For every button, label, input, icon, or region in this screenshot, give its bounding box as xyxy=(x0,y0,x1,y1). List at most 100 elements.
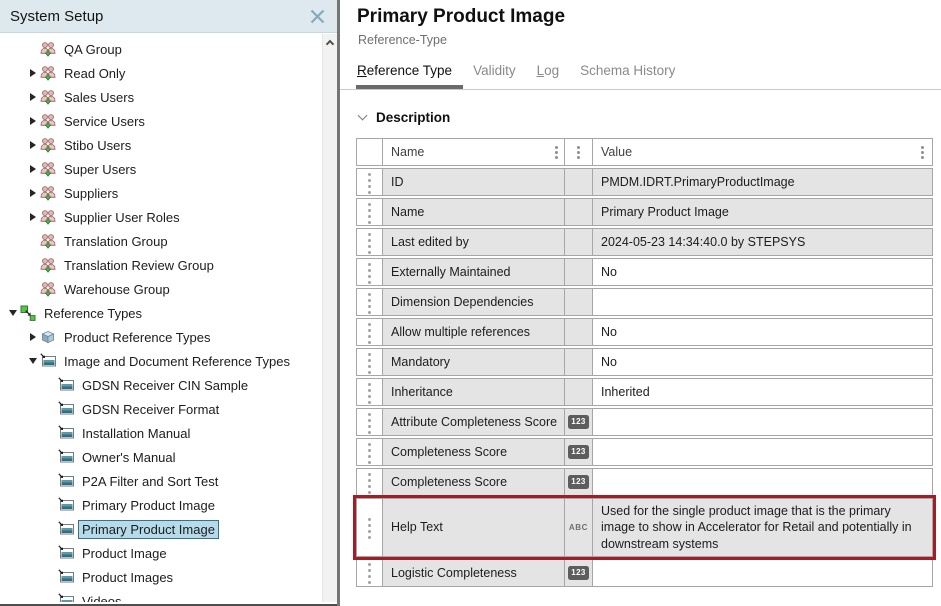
column-header-value[interactable]: Value xyxy=(593,139,932,165)
drag-dots-icon xyxy=(368,329,371,332)
tree-collapsed-arrow-icon[interactable] xyxy=(26,162,40,176)
tree-item[interactable]: Installation Manual xyxy=(0,421,322,445)
tree-item[interactable]: Super Users xyxy=(0,157,322,181)
row-drag-handle[interactable] xyxy=(357,259,383,285)
row-drag-handle[interactable] xyxy=(357,289,383,315)
row-drag-handle[interactable] xyxy=(357,499,383,556)
text-type-icon: ABC xyxy=(569,523,588,532)
tree-item[interactable]: Product Reference Types xyxy=(0,325,322,349)
row-drag-handle[interactable] xyxy=(357,169,383,195)
number-type-icon: 123 xyxy=(568,445,589,459)
tree-item[interactable]: Owner's Manual xyxy=(0,445,322,469)
tab-reference-type[interactable]: Reference Type xyxy=(357,63,452,78)
tab-validity[interactable]: Validity xyxy=(473,63,516,78)
tree-item[interactable]: Reference Types xyxy=(0,301,322,325)
page-title: Primary Product Image xyxy=(357,6,565,28)
collapse-chevron-icon[interactable] xyxy=(358,111,368,121)
tree-collapsed-arrow-icon[interactable] xyxy=(26,66,40,80)
property-value-cell[interactable] xyxy=(593,560,932,586)
tree-item[interactable]: Warehouse Group xyxy=(0,277,322,301)
row-drag-handle[interactable] xyxy=(357,560,383,586)
property-name-cell: Mandatory xyxy=(383,349,565,375)
column-menu-icon[interactable] xyxy=(555,151,558,154)
close-button[interactable] xyxy=(307,6,327,26)
column-menu-icon[interactable] xyxy=(577,151,580,154)
tree-item[interactable]: GDSN Receiver Format xyxy=(0,397,322,421)
property-value-cell[interactable]: No xyxy=(593,319,932,345)
tree-arrow-spacer xyxy=(26,42,40,56)
column-header-name[interactable]: Name xyxy=(383,139,565,165)
tree-item-label-selected: Primary Product Image xyxy=(79,521,218,538)
tree-item[interactable]: Primary Product Image xyxy=(0,517,322,541)
drag-dots-icon xyxy=(368,179,371,182)
row-drag-handle[interactable] xyxy=(357,229,383,255)
image-icon xyxy=(58,449,75,465)
image-icon xyxy=(58,497,75,513)
tree-arrow-spacer xyxy=(26,258,40,272)
tree-collapsed-arrow-icon[interactable] xyxy=(26,138,40,152)
tree-scrollbar[interactable] xyxy=(322,34,337,602)
row-drag-handle[interactable] xyxy=(357,439,383,465)
property-type-cell xyxy=(565,259,593,285)
property-name-cell: Completeness Score xyxy=(383,439,565,465)
tree-item[interactable]: Read Only xyxy=(0,61,322,85)
system-setup-panel: System Setup QA GroupRead OnlySales User… xyxy=(0,0,337,606)
row-drag-handle[interactable] xyxy=(357,199,383,225)
tree-item-label: Reference Types xyxy=(41,305,145,322)
tree-item[interactable]: Product Image xyxy=(0,541,322,565)
tree-item[interactable]: Suppliers xyxy=(0,181,322,205)
table-row: Mandatory No xyxy=(356,348,933,376)
tree-collapsed-arrow-icon[interactable] xyxy=(26,114,40,128)
property-name-cell: Last edited by xyxy=(383,229,565,255)
description-section-header[interactable]: Description xyxy=(359,110,450,125)
tree-item[interactable]: Supplier User Roles xyxy=(0,205,322,229)
tree-expanded-arrow-icon[interactable] xyxy=(6,306,20,320)
tree-item[interactable]: P2A Filter and Sort Test xyxy=(0,469,322,493)
tree-item-label: Product Image xyxy=(79,545,170,562)
property-value-cell[interactable] xyxy=(593,469,932,495)
tree-expanded-arrow-icon[interactable] xyxy=(26,354,40,368)
scroll-up-icon[interactable] xyxy=(326,40,334,48)
property-table-body: IDPMDM.IDRT.PrimaryProductImageNamePrima… xyxy=(356,168,933,587)
property-value-cell[interactable] xyxy=(593,289,932,315)
tree-collapsed-arrow-icon[interactable] xyxy=(26,186,40,200)
detail-panel: Primary Product Image Reference-Type Ref… xyxy=(340,0,941,606)
tree-arrow-spacer xyxy=(26,234,40,248)
tree-item-label: Primary Product Image xyxy=(79,497,218,514)
cube-icon xyxy=(40,329,57,345)
tree-item[interactable]: Translation Group xyxy=(0,229,322,253)
row-drag-handle[interactable] xyxy=(357,409,383,435)
property-value-cell[interactable] xyxy=(593,439,932,465)
tree-item[interactable]: Image and Document Reference Types xyxy=(0,349,322,373)
column-header-type[interactable] xyxy=(565,139,593,165)
property-value-cell[interactable]: No xyxy=(593,259,932,285)
tree-item[interactable]: Primary Product Image xyxy=(0,493,322,517)
image-icon xyxy=(58,521,75,537)
tree-item[interactable]: Service Users xyxy=(0,109,322,133)
tree-item[interactable]: Sales Users xyxy=(0,85,322,109)
tree-item[interactable]: Stibo Users xyxy=(0,133,322,157)
column-menu-icon[interactable] xyxy=(921,151,924,154)
tree-collapsed-arrow-icon[interactable] xyxy=(26,210,40,224)
property-value-cell[interactable]: No xyxy=(593,349,932,375)
tree-collapsed-arrow-icon[interactable] xyxy=(26,330,40,344)
tree-item[interactable]: QA Group xyxy=(0,37,322,61)
group-icon xyxy=(40,233,57,249)
tree-item[interactable]: GDSN Receiver CIN Sample xyxy=(0,373,322,397)
property-value-cell[interactable]: Inherited xyxy=(593,379,932,405)
tree-item[interactable]: Videos xyxy=(0,589,322,602)
tab-log[interactable]: Log xyxy=(537,63,560,78)
tree-item-label: GDSN Receiver CIN Sample xyxy=(79,377,251,394)
tree-item[interactable]: Translation Review Group xyxy=(0,253,322,277)
property-name-cell: Logistic Completeness xyxy=(383,560,565,586)
row-drag-handle[interactable] xyxy=(357,469,383,495)
row-drag-handle[interactable] xyxy=(357,379,383,405)
tree-item[interactable]: Product Images xyxy=(0,565,322,589)
tab-schema-history[interactable]: Schema History xyxy=(580,63,675,78)
property-value-cell[interactable] xyxy=(593,409,932,435)
tree-item-label: Warehouse Group xyxy=(61,281,173,298)
row-drag-handle[interactable] xyxy=(357,319,383,345)
property-table: Name Value IDPMDM.IDRT.PrimaryProductIma… xyxy=(356,138,933,589)
row-drag-handle[interactable] xyxy=(357,349,383,375)
tree-collapsed-arrow-icon[interactable] xyxy=(26,90,40,104)
